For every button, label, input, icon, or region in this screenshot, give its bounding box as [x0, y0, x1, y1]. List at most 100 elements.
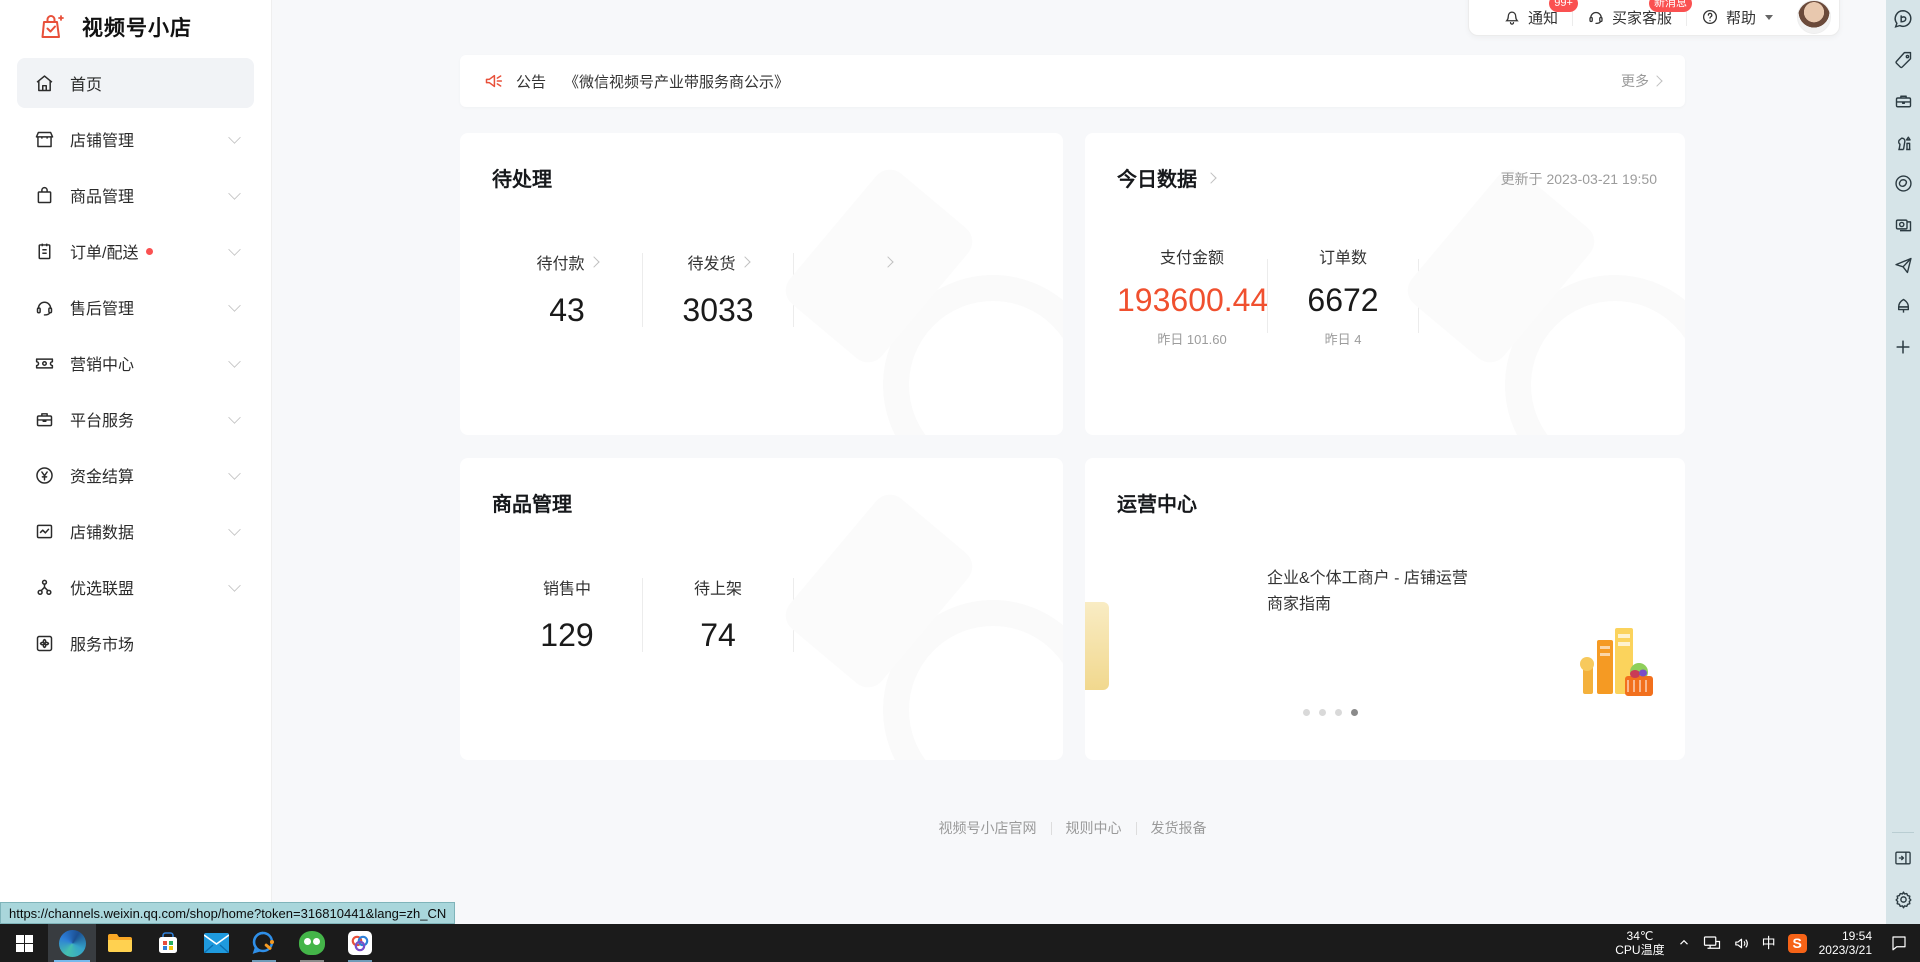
- add-to-sidebar-icon[interactable]: [1892, 336, 1914, 358]
- show-hidden-icons-chevron[interactable]: [1677, 936, 1691, 950]
- goods-card-title: 商品管理: [492, 488, 572, 517]
- sidebar-item-home[interactable]: 首页: [17, 58, 254, 108]
- todo-card: 待处理 待付款 43 待发货 3033 售后: [460, 133, 1063, 435]
- sidebar-item-service-market[interactable]: 服务市场: [17, 618, 254, 668]
- payment-amount-yesterday: 昨日 101.60: [1117, 329, 1267, 348]
- sidebar-item-platform-services[interactable]: 平台服务: [17, 394, 254, 444]
- taskbar-tencent-docs-button[interactable]: [336, 924, 384, 962]
- sidebar-item-label: 营销中心: [70, 351, 134, 375]
- footer-link-official-site[interactable]: 视频号小店官网: [939, 818, 1037, 838]
- clock-widget[interactable]: 19:54 2023/3/21: [1819, 929, 1872, 957]
- notifications-button[interactable]: 通知 99+: [1489, 7, 1572, 28]
- network-icon[interactable]: [1703, 935, 1721, 951]
- sidebar-item-product-management[interactable]: 商品管理: [17, 170, 254, 220]
- yuan-coin-icon: [33, 464, 55, 486]
- sidebar-item-marketing-center[interactable]: 营销中心: [17, 338, 254, 388]
- operation-card: 运营中心 企业&个体工商户 - 店铺运营 商家指南: [1085, 458, 1685, 760]
- user-avatar[interactable]: [1797, 0, 1831, 34]
- help-menu-button[interactable]: 帮助: [1687, 7, 1787, 28]
- pending-payment-link[interactable]: 待付款: [536, 250, 597, 274]
- cpu-temp-label: CPU温度: [1615, 943, 1664, 957]
- carousel-dot-3[interactable]: [1335, 709, 1342, 716]
- todo-pending-shipment: 待发货 3033: [643, 250, 793, 329]
- sidebar-item-aftersales[interactable]: 售后管理: [17, 282, 254, 332]
- cpu-temp-value: 34℃: [1615, 929, 1664, 943]
- sidebar-item-label: 店铺管理: [70, 127, 134, 151]
- headset-icon: [33, 296, 55, 318]
- network-nodes-icon: [33, 576, 55, 598]
- shop-bag-logo-icon: [36, 12, 66, 42]
- sogou-input-icon[interactable]: S: [1788, 934, 1807, 953]
- sidebar-item-funds-settlement[interactable]: 资金结算: [17, 450, 254, 500]
- megaphone-icon: [484, 71, 504, 91]
- buyer-service-badge: 新消息: [1649, 0, 1692, 12]
- shopping-tag-icon[interactable]: [1892, 49, 1914, 71]
- order-count-label: 订单数: [1319, 244, 1367, 268]
- wechat-icon: [299, 931, 325, 955]
- browser-essentials-icon[interactable]: [1892, 172, 1914, 194]
- notification-dot: [146, 248, 153, 255]
- home-icon: [33, 72, 55, 94]
- divider: [1892, 832, 1914, 833]
- sidebar-settings-gear-icon[interactable]: [1892, 888, 1914, 910]
- grow-notifications-icon[interactable]: [1892, 295, 1914, 317]
- on-sale-label: 销售中: [543, 575, 591, 599]
- screenshot-tool-icon[interactable]: [1892, 213, 1914, 235]
- sidebar-nav: 首页 店铺管理 商品管理 订单/配送: [0, 48, 271, 668]
- edge-icon: [59, 930, 86, 957]
- taskbar-mail-button[interactable]: [192, 924, 240, 962]
- todo-pending-payment: 待付款 43: [492, 250, 642, 329]
- taskbar-file-explorer-button[interactable]: [96, 924, 144, 962]
- card-watermark: [1505, 275, 1685, 435]
- announcement-link[interactable]: 《微信视频号产业带服务商公示》: [564, 71, 789, 92]
- operation-card-title: 运营中心: [1117, 488, 1197, 517]
- carousel-banner-link[interactable]: 企业&个体工商户 - 店铺运营 商家指南: [1267, 566, 1468, 618]
- toolbox-icon[interactable]: [1892, 90, 1914, 112]
- taskbar-microsoft-store-button[interactable]: [144, 924, 192, 962]
- sidebar-item-preferred-alliance[interactable]: 优选联盟: [17, 562, 254, 612]
- buyer-service-button[interactable]: 买家客服 新消息: [1573, 7, 1686, 28]
- app-title: 视频号小店: [82, 12, 192, 42]
- start-button[interactable]: [0, 924, 48, 962]
- games-icon[interactable]: [1892, 131, 1914, 153]
- drop-share-icon[interactable]: [1892, 254, 1914, 276]
- volume-icon[interactable]: [1733, 935, 1750, 952]
- order-count-yesterday: 昨日 4: [1268, 329, 1418, 348]
- pending-shipment-link[interactable]: 待发货: [687, 250, 748, 274]
- banner-subtitle: 商家指南: [1267, 592, 1468, 618]
- ime-indicator[interactable]: 中: [1762, 933, 1776, 953]
- sidebar: 视频号小店 首页 店铺管理 商品管理: [0, 0, 272, 924]
- chevron-down-icon: [228, 299, 240, 311]
- card-watermark: [883, 275, 1063, 435]
- tencent-meeting-icon: [252, 931, 276, 955]
- sidebar-item-shop-data[interactable]: 店铺数据: [17, 506, 254, 556]
- tray-date: 2023/3/21: [1819, 943, 1872, 957]
- taskbar-tencent-meeting-button[interactable]: [240, 924, 288, 962]
- carousel-dot-2[interactable]: [1319, 709, 1326, 716]
- carousel-dot-4[interactable]: [1351, 709, 1358, 716]
- order-count-value: 6672: [1268, 282, 1418, 319]
- sidebar-item-orders-delivery[interactable]: 订单/配送: [17, 226, 254, 276]
- link-preview-statusbar: https://channels.weixin.qq.com/shop/home…: [0, 902, 455, 924]
- carousel-dot-1[interactable]: [1303, 709, 1310, 716]
- app-logo[interactable]: 视频号小店: [0, 0, 271, 48]
- sidebar-item-label: 首页: [70, 71, 102, 95]
- question-circle-icon: [1701, 8, 1719, 26]
- coupon-icon: [33, 352, 55, 374]
- taskbar-wechat-button[interactable]: [288, 924, 336, 962]
- footer-link-rules-center[interactable]: 规则中心: [1066, 818, 1122, 838]
- hide-sidebar-icon[interactable]: [1892, 847, 1914, 869]
- carousel-prev-slide-preview: [1085, 602, 1109, 690]
- windows-taskbar: 34℃ CPU温度 中 S 19:54 2023/3/21: [0, 924, 1920, 962]
- action-center-icon[interactable]: [1890, 934, 1908, 952]
- screen: 视频号小店 首页 店铺管理 商品管理: [0, 0, 1920, 962]
- bing-chat-icon[interactable]: [1892, 8, 1914, 30]
- taskbar-edge-button[interactable]: [48, 924, 96, 962]
- cpu-temperature-widget[interactable]: 34℃ CPU温度: [1615, 929, 1664, 957]
- announcement-more-link[interactable]: 更多: [1621, 71, 1661, 91]
- to-list-value: 74: [643, 617, 793, 654]
- sidebar-item-label: 店铺数据: [70, 519, 134, 543]
- footer-link-shipping-report[interactable]: 发货报备: [1151, 818, 1207, 838]
- sidebar-item-shop-management[interactable]: 店铺管理: [17, 114, 254, 164]
- chevron-right-icon: [1205, 172, 1216, 183]
